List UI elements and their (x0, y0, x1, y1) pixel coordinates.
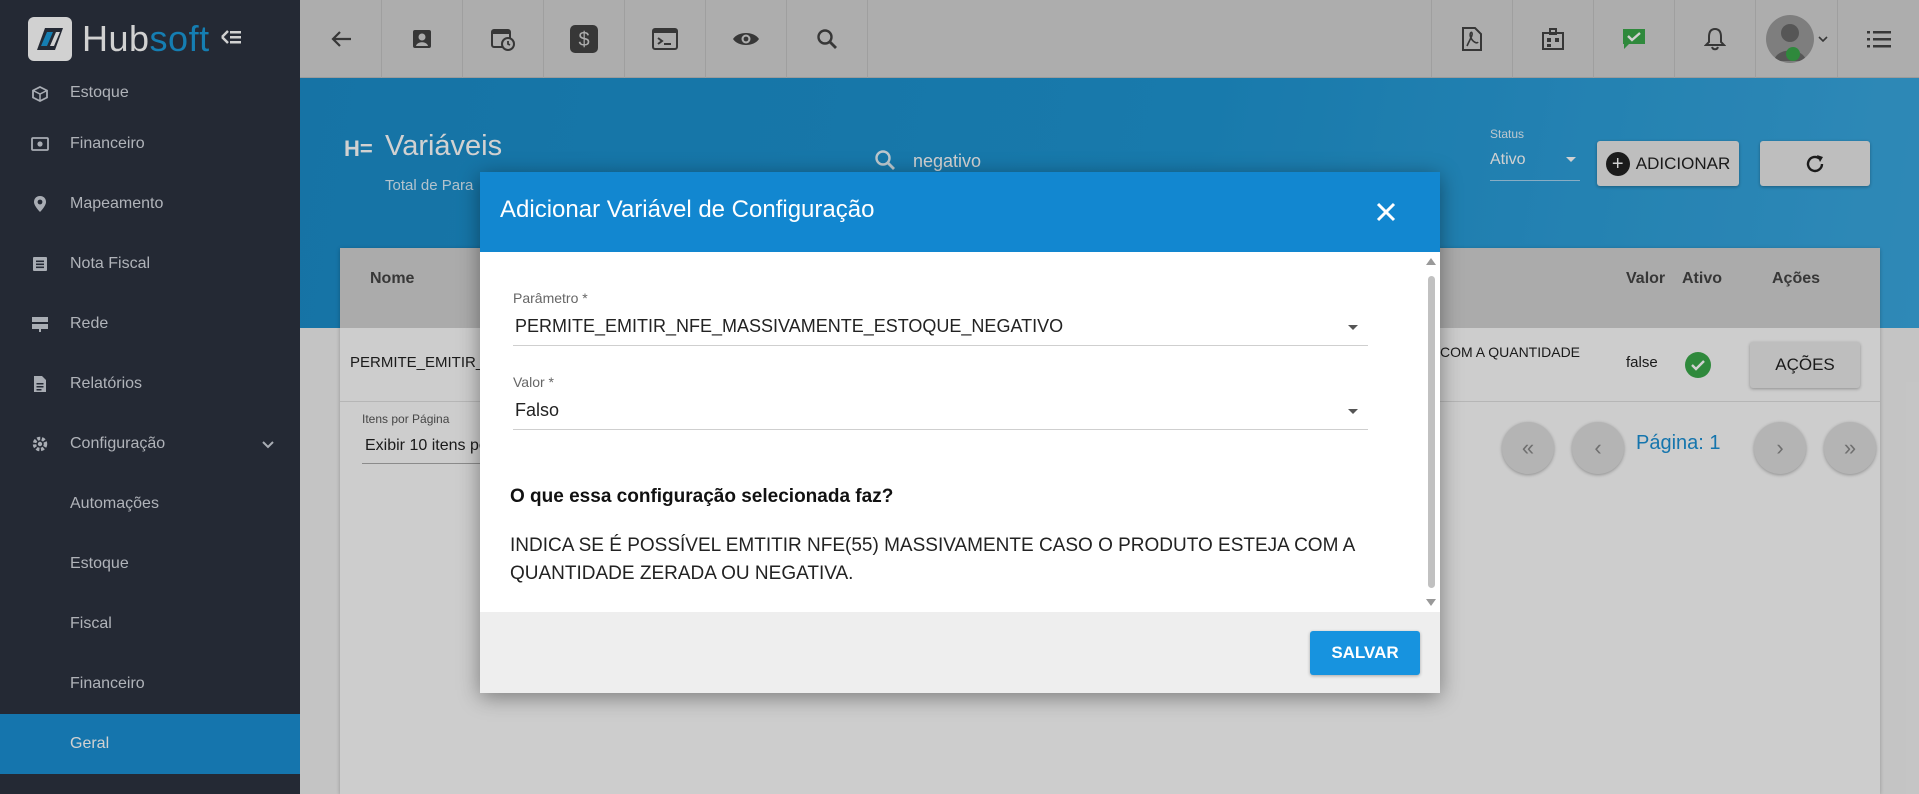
scroll-up-icon[interactable] (1426, 258, 1436, 265)
param-label: Parâmetro * (513, 290, 588, 306)
close-icon[interactable] (1372, 198, 1400, 226)
caret-down-icon (1348, 409, 1358, 414)
param-select[interactable]: PERMITE_EMITIR_NFE_MASSIVAMENTE_ESTOQUE_… (513, 310, 1368, 346)
scroll-down-icon[interactable] (1426, 599, 1436, 606)
value-label: Valor * (513, 374, 554, 390)
help-question: O que essa configuração selecionada faz? (510, 486, 894, 507)
dialog-header: Adicionar Variável de Configuração (480, 172, 1440, 252)
dialog-footer: SALVAR (480, 612, 1440, 693)
save-button[interactable]: SALVAR (1310, 631, 1420, 675)
dialog-title: Adicionar Variável de Configuração (500, 196, 875, 223)
help-description: INDICA SE É POSSÍVEL EMTITIR NFE(55) MAS… (510, 535, 1355, 584)
value-select[interactable]: Falso (513, 394, 1368, 430)
add-variable-dialog: Adicionar Variável de Configuração Parâm… (480, 172, 1440, 693)
dialog-body: Parâmetro * PERMITE_EMITIR_NFE_MASSIVAME… (480, 252, 1440, 612)
caret-down-icon (1348, 325, 1358, 330)
dialog-scrollbar[interactable] (1422, 252, 1440, 612)
param-value: PERMITE_EMITIR_NFE_MASSIVAMENTE_ESTOQUE_… (515, 316, 1064, 336)
value-value: Falso (515, 400, 560, 420)
scroll-thumb[interactable] (1428, 276, 1435, 588)
